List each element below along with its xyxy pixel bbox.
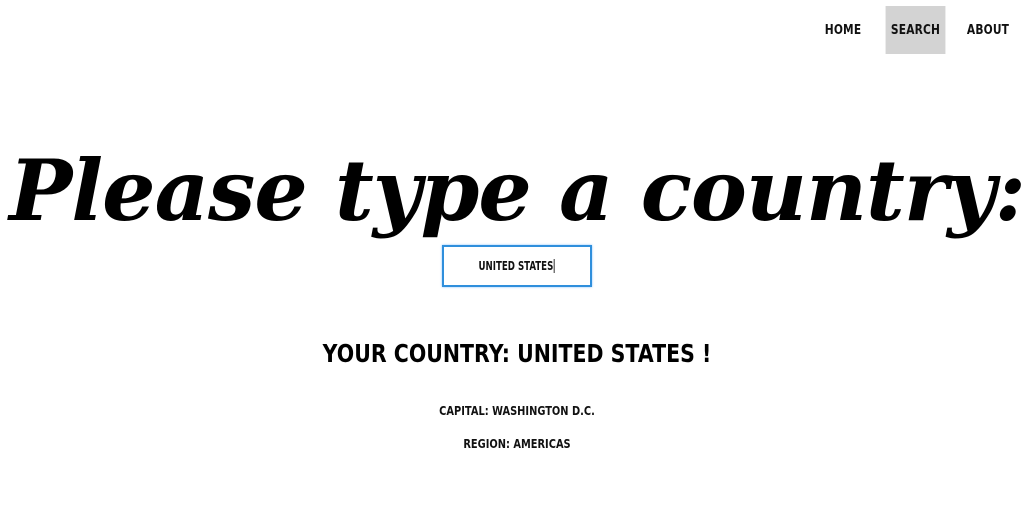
nav-item-label: SEARCH [890, 22, 941, 38]
text-caret [554, 259, 556, 274]
search-input-value: UNITED STATES [478, 258, 556, 274]
nav-item-home[interactable]: HOME [813, 6, 872, 54]
page: HOME SEARCH ABOUT Please type a country:… [0, 0, 1034, 518]
top-nav: HOME SEARCH ABOUT [807, 6, 1024, 54]
result-heading: YOUR COUNTRY: UNITED STATES ! [322, 339, 712, 368]
nav-item-label: HOME [824, 22, 862, 38]
capital-text: CAPITAL: WASHINGTON D.C. [439, 404, 595, 418]
nav-item-label: ABOUT [966, 22, 1010, 38]
page-title: Please type a country: [9, 141, 1026, 241]
region-text: REGION: AMERICAS [463, 437, 571, 451]
country-search-input[interactable]: UNITED STATES [442, 245, 592, 287]
nav-item-about[interactable]: ABOUT [958, 6, 1017, 54]
nav-item-search[interactable]: SEARCH [885, 6, 946, 54]
